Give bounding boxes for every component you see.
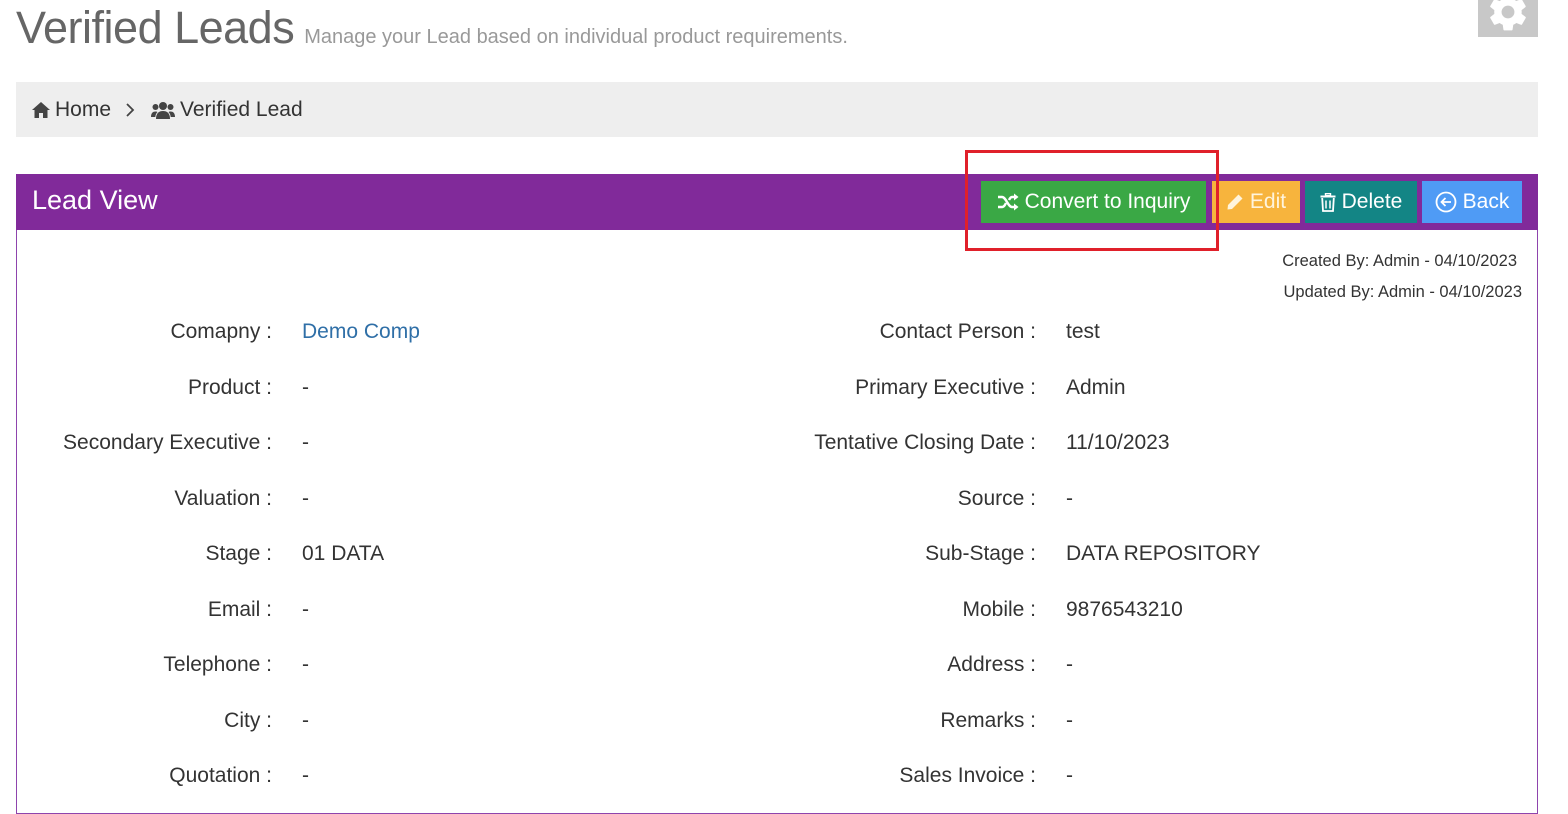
page-header: Verified Leads Manage your Lead based on… [16, 2, 848, 62]
city-value: - [302, 709, 309, 732]
back-label: Back [1462, 190, 1510, 213]
email-label: Email : [207, 598, 272, 621]
remarks-label: Remarks : [940, 709, 1036, 732]
product-label: Product : [187, 376, 272, 399]
breadcrumb-home-label: Home [55, 97, 112, 121]
breadcrumb-home[interactable]: Home [32, 98, 111, 122]
gear-icon [1490, 0, 1526, 31]
pencil-icon [1227, 194, 1243, 210]
valuation-label: Valuation : [174, 487, 272, 510]
delete-label: Delete [1341, 190, 1403, 213]
back-button[interactable]: Back [1422, 181, 1522, 223]
contact-person-label: Contact Person : [879, 320, 1036, 343]
address-value: - [1066, 653, 1073, 676]
mobile-value: 9876543210 [1066, 598, 1183, 621]
primary-executive-value: Admin [1066, 376, 1126, 399]
users-icon [151, 101, 176, 119]
contact-person-value: test [1066, 320, 1100, 343]
valuation-value: - [302, 487, 309, 510]
breadcrumb-current-label: Verified Lead [180, 97, 303, 121]
source-label: Source : [957, 487, 1036, 510]
settings-button[interactable] [1478, 0, 1538, 37]
sales-invoice-value: - [1066, 764, 1073, 787]
company-label: Comapny : [170, 320, 272, 343]
tentative-closing-date-value: 11/10/2023 [1066, 431, 1170, 454]
delete-button[interactable]: Delete [1305, 181, 1417, 223]
convert-to-inquiry-button[interactable]: Convert to Inquiry [981, 181, 1206, 223]
page-title: Verified Leads [16, 2, 295, 53]
breadcrumb: Home Verified Lead [16, 82, 1538, 137]
sub-stage-label: Sub-Stage : [925, 542, 1036, 565]
telephone-value: - [302, 653, 309, 676]
trash-icon [1320, 192, 1336, 212]
panel-header: Lead View Convert to Inquiry Edit Delete… [16, 174, 1538, 230]
breadcrumb-verified-lead[interactable]: Verified Lead [151, 98, 303, 122]
stage-label: Stage : [205, 542, 272, 565]
edit-button[interactable]: Edit [1212, 181, 1300, 223]
edit-label: Edit [1249, 190, 1287, 213]
updated-by-text: Updated By: Admin - 04/10/2023 [1283, 283, 1523, 301]
city-label: City : [224, 709, 272, 732]
stage-value: 01 DATA [302, 542, 385, 565]
address-label: Address : [947, 653, 1036, 676]
mobile-label: Mobile : [962, 598, 1036, 621]
arrow-circle-left-icon [1435, 191, 1457, 213]
remarks-value: - [1066, 709, 1073, 732]
quotation-label: Quotation : [169, 764, 272, 787]
telephone-label: Telephone : [163, 653, 272, 676]
created-by-text: Created By: Admin - 04/10/2023 [1282, 252, 1517, 270]
panel-title: Lead View [32, 185, 158, 215]
shuffle-icon [997, 193, 1019, 211]
chevron-right-icon [125, 102, 135, 117]
tentative-closing-date-label: Tentative Closing Date : [814, 431, 1036, 454]
source-value: - [1066, 487, 1073, 510]
convert-to-inquiry-label: Convert to Inquiry [1024, 190, 1191, 213]
secondary-executive-label: Secondary Executive : [63, 431, 272, 454]
email-value: - [302, 598, 309, 621]
sales-invoice-label: Sales Invoice : [899, 764, 1036, 787]
quotation-value: - [302, 764, 309, 787]
primary-executive-label: Primary Executive : [855, 376, 1036, 399]
company-link[interactable]: Demo Comp [302, 320, 420, 344]
sub-stage-value: DATA REPOSITORY [1066, 542, 1261, 565]
home-icon [32, 101, 50, 118]
secondary-executive-value: - [302, 431, 309, 454]
product-value: - [302, 376, 309, 399]
page-subtitle: Manage your Lead based on individual pro… [304, 26, 848, 48]
